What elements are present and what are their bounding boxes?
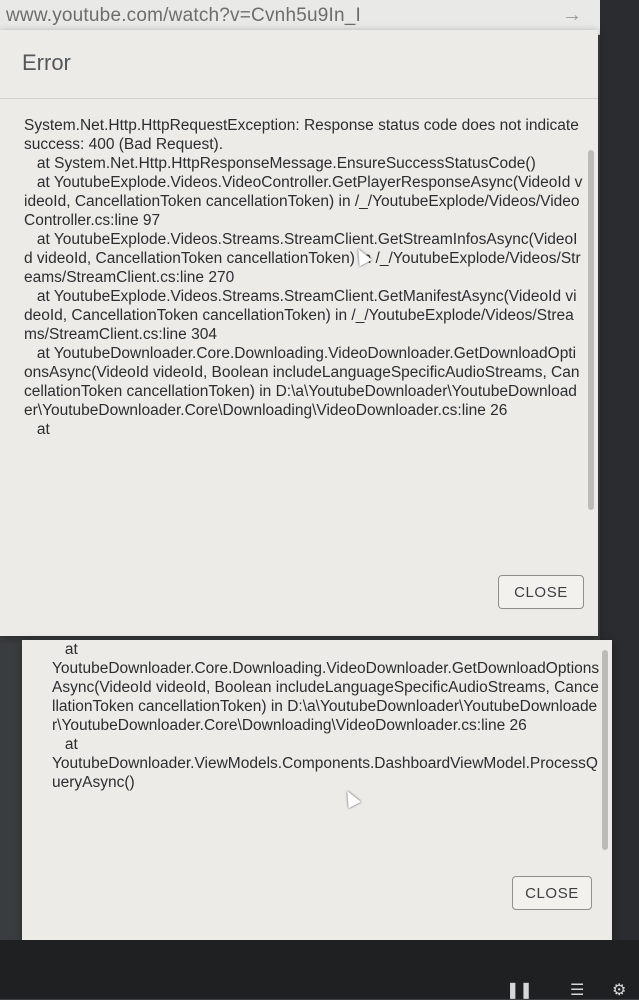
url-text[interactable]: www.youtube.com/watch?v=Cvnh5u9In_I	[6, 5, 361, 27]
title-divider	[0, 98, 598, 99]
close-button[interactable]: CLOSE	[512, 876, 592, 910]
scrollbar[interactable]	[588, 150, 594, 510]
pause-icon[interactable]: ❚❚	[506, 980, 533, 1000]
error-message: System.Net.Http.HttpRequestException: Re…	[24, 117, 583, 438]
error-dialog: Error System.Net.Http.HttpRequestExcepti…	[0, 30, 598, 636]
background-strip	[0, 640, 22, 940]
menu-icon[interactable]: ☰	[570, 980, 584, 1000]
scrollbar[interactable]	[602, 650, 608, 850]
taskbar: ❚❚ ☰ ⚙	[0, 940, 639, 999]
close-button[interactable]: CLOSE	[498, 575, 584, 609]
dialog-title: Error	[22, 50, 71, 75]
error-dialog-continued: at YoutubeDownloader.Core.Downloading.Vi…	[22, 640, 612, 940]
error-message-continued: at YoutubeDownloader.Core.Downloading.Vi…	[52, 641, 600, 791]
arrow-right-icon[interactable]: →	[562, 4, 582, 27]
gear-icon[interactable]: ⚙	[612, 980, 626, 1000]
